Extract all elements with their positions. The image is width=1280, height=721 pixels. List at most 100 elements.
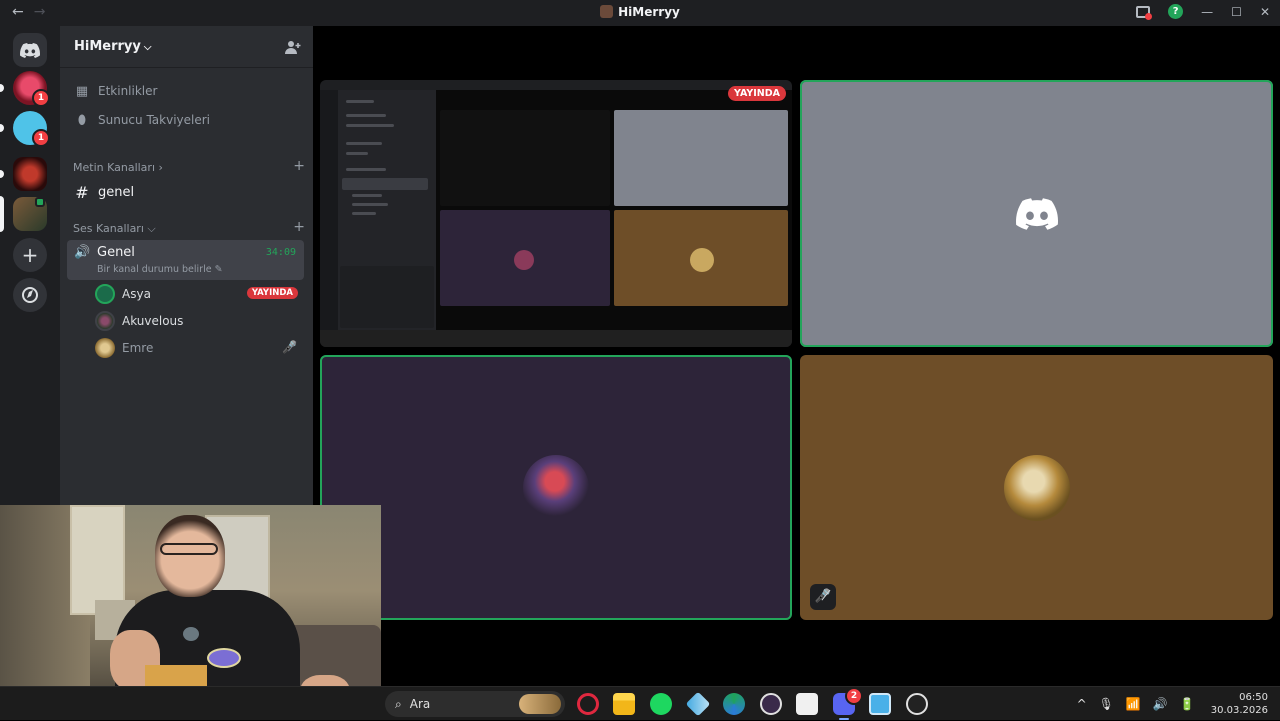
search-placeholder: Ara	[409, 697, 431, 711]
user-name: Emre	[122, 341, 154, 355]
wifi-icon[interactable]: 📶	[1126, 697, 1141, 711]
category-label: Ses Kanalları ⌵	[73, 222, 156, 235]
maximize-button[interactable]: ☐	[1231, 5, 1242, 19]
voice-user-emre[interactable]: Emre 🎤̸	[95, 336, 305, 360]
voice-channel-genel[interactable]: 🔊 Genel 34:09 Bir kanal durumu belirle ✎	[67, 240, 304, 280]
menu-events-label: Etkinlikler	[98, 84, 158, 98]
server-name: HiMerryy	[74, 39, 141, 54]
discord-taskbar-icon[interactable]: 2	[833, 687, 863, 720]
search-icon: ⌕	[395, 696, 402, 711]
shared-line	[346, 152, 368, 155]
window-controls: ? — ☐ ✕	[1136, 4, 1270, 20]
selected-pill	[0, 196, 4, 232]
voice-user-akuvelous[interactable]: Akuvelous	[95, 309, 305, 333]
shared-avatar	[690, 248, 714, 272]
shared-screen-taskbar	[320, 330, 792, 347]
cam-shirt-logo	[207, 648, 241, 668]
voice-channel-name: Genel	[97, 245, 135, 260]
app-icon[interactable]	[685, 691, 711, 717]
opera-icon[interactable]	[577, 693, 599, 715]
mention-badge: 1	[32, 89, 50, 107]
notification-badge: 2	[845, 687, 863, 705]
menu-boosts-label: Sunucu Takviyeleri	[98, 113, 211, 127]
add-server-button[interactable]: +	[13, 238, 47, 272]
participant-tile-emre[interactable]: 🎤̸	[800, 355, 1273, 620]
live-badge: YAYINDA	[727, 86, 786, 101]
live-indicator-icon	[35, 197, 45, 207]
boost-icon: ⬮	[77, 112, 87, 128]
voice-channels-category[interactable]: Ses Kanalları ⌵ +	[73, 219, 305, 236]
server-header[interactable]: HiMerryy ⌵	[60, 26, 313, 68]
category-label: Metin Kanalları ›	[73, 161, 163, 174]
cam-person-head	[155, 515, 225, 597]
voice-timer: 34:09	[265, 247, 296, 258]
screen-share-tile[interactable]: YAYINDA	[320, 80, 792, 347]
channel-genel[interactable]: # genel	[68, 179, 305, 205]
forward-arrow-icon[interactable]: →	[34, 4, 46, 20]
title-bar: ← → HiMerryy ? — ☐ ✕	[0, 0, 1280, 26]
shared-line	[352, 212, 376, 215]
text-channels-category[interactable]: Metin Kanalları › +	[73, 158, 305, 174]
shared-tile	[614, 110, 788, 206]
channel-status-setter[interactable]: Bir kanal durumu belirle ✎	[97, 264, 223, 275]
speaker-icon: 🔊	[74, 245, 91, 260]
shared-line	[352, 203, 388, 206]
server-icon-diablo[interactable]	[13, 157, 47, 191]
discover-button[interactable]	[13, 278, 47, 312]
minimize-button[interactable]: —	[1201, 5, 1213, 19]
clock-date: 30.03.2026	[1210, 705, 1268, 716]
avatar	[523, 454, 589, 521]
avatar	[95, 284, 115, 304]
microphone-icon[interactable]: 🎙	[1099, 697, 1114, 711]
capcut-icon[interactable]	[796, 693, 818, 715]
invite-people-icon[interactable]	[285, 40, 301, 54]
shared-tile	[440, 110, 610, 206]
menu-server-boosts[interactable]: ⬮ Sunucu Takviyeleri	[68, 107, 305, 133]
inbox-icon[interactable]	[1136, 5, 1153, 20]
voice-user-asya[interactable]: Asya YAYINDA	[95, 282, 305, 306]
file-explorer-icon[interactable]	[613, 693, 635, 715]
compass-icon	[22, 287, 38, 303]
shared-line	[346, 100, 374, 103]
unread-pill	[0, 124, 4, 132]
shared-panel	[340, 266, 434, 328]
system-tray: ^ 🎙 📶 🔊 🔋 06:50 30.03.2026	[1071, 687, 1280, 721]
battery-icon[interactable]: 🔋	[1180, 697, 1195, 711]
clock[interactable]: 06:50 30.03.2026	[1211, 691, 1268, 717]
live-badge: YAYINDA	[246, 287, 298, 299]
close-button[interactable]: ✕	[1260, 5, 1270, 19]
window-title-text: HiMerryy	[618, 5, 680, 19]
participant-tile-akuvelous[interactable]	[800, 80, 1273, 347]
remote-desktop-icon[interactable]	[869, 693, 891, 715]
avatar	[95, 311, 115, 331]
discord-logo-icon	[20, 42, 40, 58]
back-arrow-icon[interactable]: ←	[12, 4, 24, 20]
shared-screen-main	[436, 90, 792, 330]
menu-events[interactable]: ▦ Etkinlikler	[68, 78, 305, 104]
shared-line	[346, 168, 386, 171]
add-channel-icon[interactable]: +	[293, 158, 305, 174]
hashtag-icon: #	[75, 182, 89, 202]
media-player-icon[interactable]	[760, 693, 782, 715]
tray-overflow-icon[interactable]: ^	[1077, 697, 1087, 711]
edge-icon[interactable]	[723, 693, 745, 715]
taskbar-search[interactable]: ⌕ Ara	[385, 691, 565, 717]
os-taskbar: ⌕ Ara 2 ^ 🎙 📶 🔊 🔋 06:50 30.03.2026	[0, 686, 1280, 720]
user-name: Akuvelous	[122, 314, 184, 328]
spotify-icon[interactable]	[650, 693, 672, 715]
shared-line	[346, 124, 394, 127]
server-avatar-icon	[600, 5, 614, 18]
user-name: Asya	[122, 287, 151, 301]
mention-badge: 1	[32, 129, 50, 147]
obs-icon[interactable]	[906, 693, 928, 715]
shared-avatar	[514, 250, 534, 270]
volume-icon[interactable]: 🔊	[1153, 697, 1168, 711]
participant-tile-asya[interactable]	[320, 355, 792, 620]
direct-messages-button[interactable]	[13, 33, 47, 67]
channel-label: genel	[98, 184, 135, 200]
window-title: HiMerryy	[0, 5, 1280, 19]
add-channel-icon[interactable]: +	[293, 219, 305, 236]
help-icon[interactable]: ?	[1168, 4, 1184, 19]
muted-mic-icon: 🎤̸	[282, 340, 297, 354]
shared-line	[346, 114, 386, 117]
